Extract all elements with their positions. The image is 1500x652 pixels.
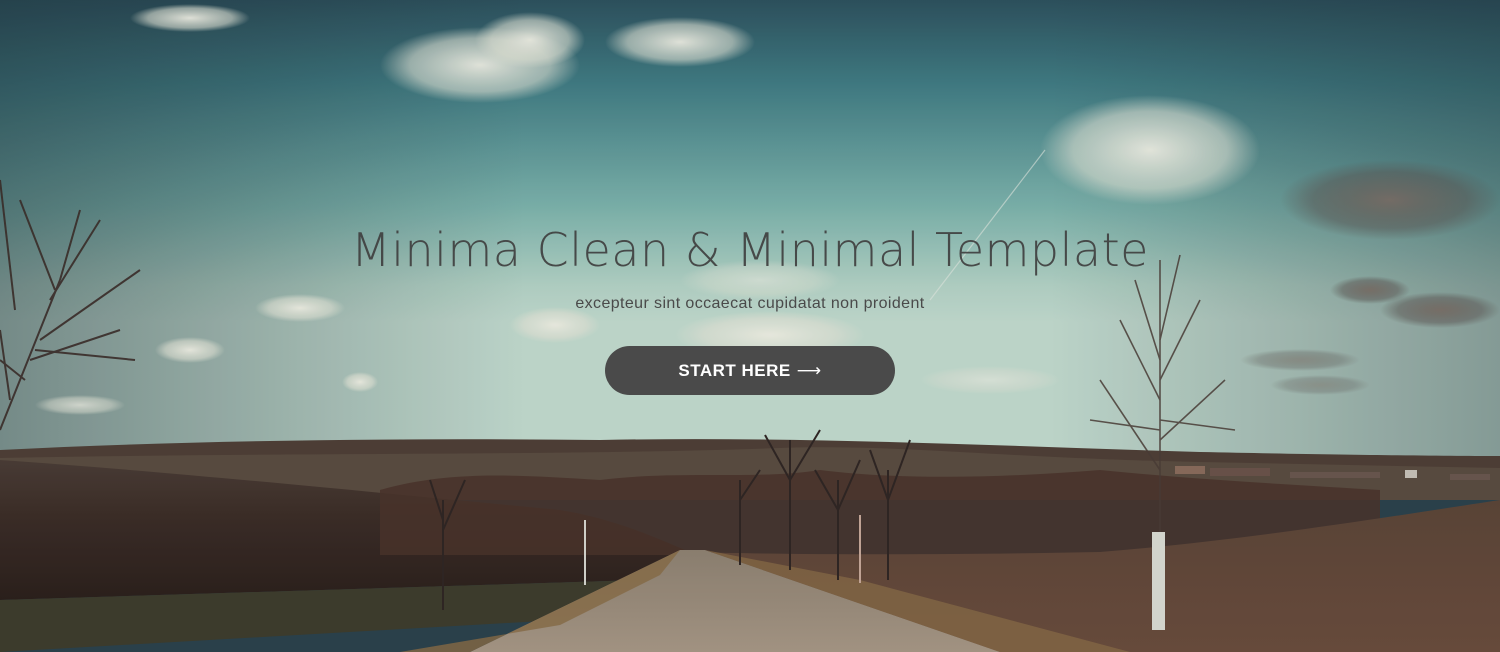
- arrow-right-icon: ⟶: [796, 361, 822, 381]
- start-here-button[interactable]: START HERE ⟶: [605, 346, 895, 395]
- hero-title: Minima Clean & Minimal Template: [351, 223, 1149, 277]
- hero-content: Minima Clean & Minimal Template excepteu…: [0, 218, 1500, 395]
- hero-section: Minima Clean & Minimal Template excepteu…: [0, 0, 1500, 652]
- hero-subtitle: excepteur sint occaecat cupidatat non pr…: [575, 295, 925, 312]
- start-here-label: START HERE: [678, 361, 791, 380]
